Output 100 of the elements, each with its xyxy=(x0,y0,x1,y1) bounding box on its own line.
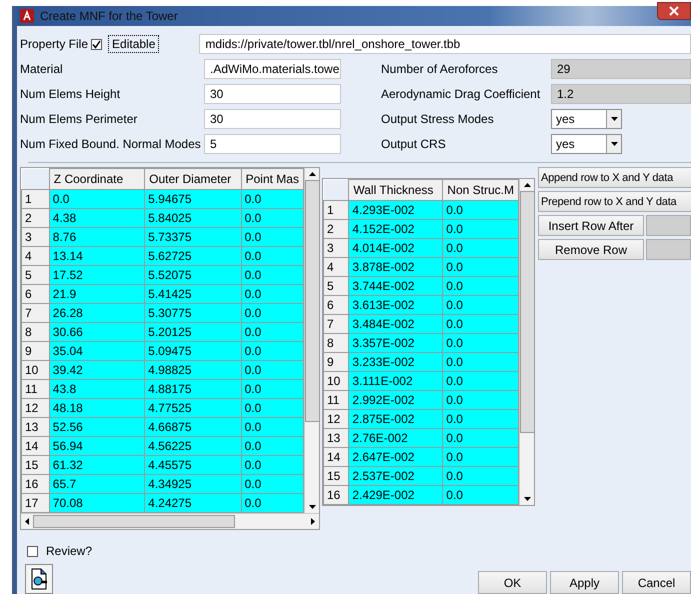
table-cell[interactable]: 56.94 xyxy=(49,436,145,456)
table-cell[interactable]: 8.76 xyxy=(49,228,145,246)
table-cell[interactable]: 3.233E-002 xyxy=(348,352,443,372)
table-cell[interactable]: 5.73375 xyxy=(144,228,242,246)
table-cell[interactable]: 0.0 xyxy=(241,228,304,246)
table-cell[interactable]: 2.875E-002 xyxy=(348,410,443,428)
table-cell[interactable]: 4.66875 xyxy=(144,418,242,436)
row-number[interactable]: 6 xyxy=(22,284,50,304)
table-cell[interactable]: 0.0 xyxy=(442,200,518,220)
table-cell[interactable]: 0.0 xyxy=(442,466,518,486)
row-number[interactable]: 15 xyxy=(22,456,50,474)
table-cell[interactable]: 26.28 xyxy=(49,304,145,322)
row-number-field[interactable] xyxy=(646,239,691,260)
table-cell[interactable]: 43.8 xyxy=(49,380,145,398)
table-cell[interactable]: 52.56 xyxy=(49,418,145,436)
row-number[interactable]: 16 xyxy=(324,486,349,504)
column-header[interactable]: Z Coordinate xyxy=(49,168,145,190)
table-cell[interactable]: 0.0 xyxy=(442,486,518,504)
table-cell[interactable]: 0.0 xyxy=(241,246,304,266)
table-cell[interactable]: 4.34925 xyxy=(144,474,242,494)
vertical-scrollbar[interactable] xyxy=(519,179,534,505)
table-cell[interactable]: 0.0 xyxy=(442,314,518,334)
table-cell[interactable]: 5.20125 xyxy=(144,322,242,342)
table-cell[interactable]: 4.98825 xyxy=(144,360,242,380)
row-number[interactable]: 11 xyxy=(22,380,50,398)
column-header[interactable]: Outer Diameter xyxy=(144,168,242,190)
row-number[interactable]: 10 xyxy=(22,360,50,380)
table-cell[interactable]: 2.992E-002 xyxy=(348,390,443,410)
row-number[interactable]: 1 xyxy=(22,190,50,208)
table-cell[interactable]: 0.0 xyxy=(442,238,518,258)
table-cell[interactable]: 4.24275 xyxy=(144,494,242,512)
table-cell[interactable]: 5.84025 xyxy=(144,208,242,228)
row-number[interactable]: 2 xyxy=(22,208,50,228)
dialog-button[interactable]: Apply xyxy=(550,571,619,594)
property-file-field[interactable]: mdids://private/tower.tbl/nrel_onshore_tower.tbb xyxy=(199,34,691,54)
table-cell[interactable]: 0.0 xyxy=(241,418,304,436)
editable-label[interactable]: Editable xyxy=(108,35,160,53)
row-number[interactable]: 9 xyxy=(324,352,349,372)
table-cell[interactable]: 0.0 xyxy=(442,428,518,448)
table-cell[interactable]: 17.52 xyxy=(49,266,145,284)
table-cell[interactable]: 0.0 xyxy=(241,398,304,418)
table-cell[interactable]: 0.0 xyxy=(241,360,304,380)
table-cell[interactable]: 70.08 xyxy=(49,494,145,512)
row-action-button[interactable]: Insert Row After xyxy=(538,215,644,236)
row-number[interactable]: 2 xyxy=(324,220,349,238)
table-cell[interactable]: 39.42 xyxy=(49,360,145,380)
table-cell[interactable]: 0.0 xyxy=(241,456,304,474)
row-number[interactable]: 8 xyxy=(22,322,50,342)
review-checkbox[interactable] xyxy=(27,546,38,556)
table-cell[interactable]: 0.0 xyxy=(241,436,304,456)
table-cell[interactable]: 5.62725 xyxy=(144,246,242,266)
table-cell[interactable]: 0.0 xyxy=(442,372,518,390)
table-cell[interactable]: 2.76E-002 xyxy=(348,428,443,448)
row-number[interactable]: 14 xyxy=(324,448,349,466)
table-cell[interactable]: 35.04 xyxy=(49,342,145,360)
row-number[interactable]: 5 xyxy=(22,266,50,284)
table-cell[interactable]: 0.0 xyxy=(241,266,304,284)
row-number[interactable]: 12 xyxy=(22,398,50,418)
table-cell[interactable]: 4.77525 xyxy=(144,398,242,418)
horizontal-scrollbar[interactable] xyxy=(21,513,319,529)
dialog-button[interactable]: OK xyxy=(478,571,547,594)
row-number[interactable]: 14 xyxy=(22,436,50,456)
table-cell[interactable]: 3.613E-002 xyxy=(348,296,443,314)
table-cell[interactable]: 0.0 xyxy=(442,352,518,372)
column-header[interactable]: Point Mas xyxy=(241,168,304,190)
table-cell[interactable]: 0.0 xyxy=(442,276,518,296)
table-cell[interactable]: 0.0 xyxy=(442,296,518,314)
row-number[interactable]: 13 xyxy=(22,418,50,436)
table-cell[interactable]: 0.0 xyxy=(241,190,304,208)
table-cell[interactable]: 3.357E-002 xyxy=(348,334,443,352)
column-header[interactable]: Wall Thickness xyxy=(348,180,443,200)
row-number[interactable]: 1 xyxy=(324,200,349,220)
table-cell[interactable]: 48.18 xyxy=(49,398,145,418)
table-cell[interactable]: 65.7 xyxy=(49,474,145,494)
close-button[interactable] xyxy=(657,2,691,20)
table-cell[interactable]: 2.647E-002 xyxy=(348,448,443,466)
table-cell[interactable]: 30.66 xyxy=(49,322,145,342)
table-cell[interactable]: 0.0 xyxy=(241,284,304,304)
table-cell[interactable]: 0.0 xyxy=(442,448,518,466)
input-field[interactable]: 30 xyxy=(204,84,341,104)
table-cell[interactable]: 5.41425 xyxy=(144,284,242,304)
row-number[interactable]: 16 xyxy=(22,474,50,494)
table-cell[interactable]: 0.0 xyxy=(241,322,304,342)
row-number[interactable]: 4 xyxy=(324,258,349,276)
table-cell[interactable]: 0.0 xyxy=(49,190,145,208)
table-cell[interactable]: 0.0 xyxy=(241,342,304,360)
table-cell[interactable]: 13.14 xyxy=(49,246,145,266)
table-cell[interactable]: 2.537E-002 xyxy=(348,466,443,486)
table-cell[interactable]: 3.878E-002 xyxy=(348,258,443,276)
preview-button[interactable] xyxy=(25,564,53,594)
table-cell[interactable]: 61.32 xyxy=(49,456,145,474)
table-cell[interactable]: 21.9 xyxy=(49,284,145,304)
row-number[interactable]: 7 xyxy=(324,314,349,334)
table-cell[interactable]: 4.293E-002 xyxy=(348,200,443,220)
input-field[interactable]: 5 xyxy=(204,134,341,154)
table-cell[interactable]: 4.88175 xyxy=(144,380,242,398)
table-cell[interactable]: 0.0 xyxy=(241,208,304,228)
row-number[interactable]: 11 xyxy=(324,390,349,410)
input-field[interactable]: 30 xyxy=(204,108,341,128)
table-cell[interactable]: 3.484E-002 xyxy=(348,314,443,334)
